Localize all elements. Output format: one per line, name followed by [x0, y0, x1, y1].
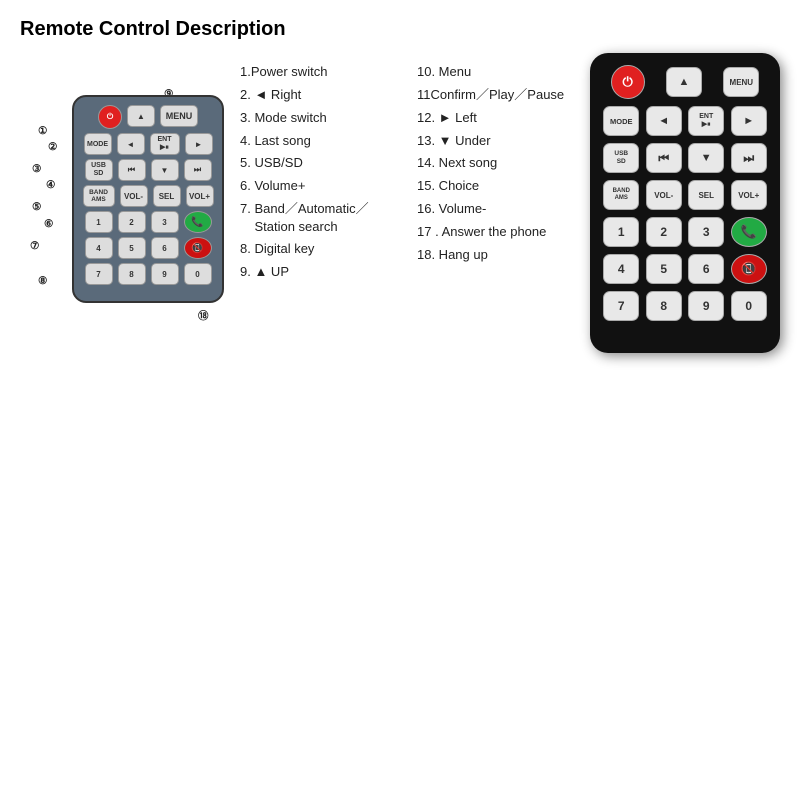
r-4[interactable]: 4	[603, 254, 639, 284]
d-prev: ⏮	[118, 159, 146, 181]
r-5[interactable]: 5	[646, 254, 682, 284]
d-volminus: VOL-	[120, 185, 148, 207]
r-prev[interactable]: ⏮	[646, 143, 682, 173]
r-7[interactable]: 7	[603, 291, 639, 321]
d-num8: 8	[118, 263, 146, 285]
d-mode: MODE	[84, 133, 112, 155]
r-hangup[interactable]: 📵	[731, 254, 767, 284]
d-right-arrow: ►	[185, 133, 213, 155]
desc-10: 10. Menu	[417, 63, 580, 82]
d-num9: 9	[151, 263, 179, 285]
callout-4: ④	[46, 179, 55, 191]
remote-row-7: 7 8 9 0	[600, 291, 770, 321]
r-ent[interactable]: ENT▶⏸	[688, 106, 724, 136]
callout-6: ⑥	[44, 218, 53, 230]
d-volplus: VOL+	[186, 185, 214, 207]
callout-7: ⑦	[30, 240, 39, 252]
callout-8: ⑧	[38, 275, 47, 287]
r-power[interactable]: ⏻	[611, 65, 645, 99]
desc-17: 17 . Answer the phone	[417, 223, 580, 242]
r-menu[interactable]: MENU	[723, 67, 759, 97]
r-8[interactable]: 8	[646, 291, 682, 321]
r-volminus[interactable]: VOL-	[646, 180, 682, 210]
r-answer[interactable]: 📞	[731, 217, 767, 247]
desc-11: 11Confirm／Play／Pause	[417, 86, 580, 105]
desc-1: 1.Power switch	[240, 63, 403, 82]
r-9[interactable]: 9	[688, 291, 724, 321]
diagram-area: ① ② ③ ④ ⑤ ⑥ ⑦ ⑧ ⑨ ⑩ ⑪ ⑫ ⑬ ⑭ ⑮ ⑯ ⑰ ⑱	[20, 53, 230, 353]
d-num5: 5	[118, 237, 146, 259]
d-num2: 2	[118, 211, 146, 233]
remote-row-4: BANDAMS VOL- SEL VOL+	[600, 180, 770, 210]
desc-13: 13. ▼ Under	[417, 132, 580, 151]
desc-14: 14. Next song	[417, 154, 580, 173]
r-usbsd[interactable]: USBSD	[603, 143, 639, 173]
d-down: ▼	[151, 159, 179, 181]
desc-4: 4. Last song	[240, 132, 403, 151]
d-band: BANDAMS	[83, 185, 115, 207]
remote-row-6: 4 5 6 📵	[600, 254, 770, 284]
d-hangup: 📵	[184, 237, 212, 259]
r-mode[interactable]: MODE	[603, 106, 639, 136]
remote-row-5: 1 2 3 📞	[600, 217, 770, 247]
d-ent: ENT▶⏸	[150, 133, 180, 155]
remote-row-1: ⏻ ▲ MENU	[600, 65, 770, 99]
r-volplus[interactable]: VOL+	[731, 180, 767, 210]
desc-col-right: 10. Menu 11Confirm／Play／Pause 12. ► Left…	[417, 63, 580, 353]
r-down[interactable]: ▼	[688, 143, 724, 173]
d-num3: 3	[151, 211, 179, 233]
desc-col-left: 1.Power switch 2. ◄ Right 3. Mode switch…	[240, 63, 403, 353]
callout-1: ①	[38, 125, 47, 137]
desc-2: 2. ◄ Right	[240, 86, 403, 105]
desc-15: 15. Choice	[417, 177, 580, 196]
r-up[interactable]: ▲	[666, 67, 702, 97]
desc-5: 5. USB/SD	[240, 154, 403, 173]
desc-16: 16. Volume-	[417, 200, 580, 219]
d-next: ⏭	[184, 159, 212, 181]
d-num7: 7	[85, 263, 113, 285]
desc-3: 3. Mode switch	[240, 109, 403, 128]
remote-row-3: USBSD ⏮ ▼ ⏭	[600, 143, 770, 173]
diagram-remote: ⏻ ▲ MENU MODE ◄ ENT▶⏸ ► USBSD ⏮	[72, 95, 224, 303]
r-next[interactable]: ⏭	[731, 143, 767, 173]
r-sel[interactable]: SEL	[688, 180, 724, 210]
d-num1: 1	[85, 211, 113, 233]
remote-photo: ⏻ ▲ MENU MODE ◄ ENT▶⏸ ► USBSD ⏮ ▼ ⏭ BAND…	[590, 53, 780, 353]
desc-9: 9. ▲ UP	[240, 263, 403, 282]
d-menu: MENU	[160, 105, 198, 127]
r-2[interactable]: 2	[646, 217, 682, 247]
callout-5: ⑤	[32, 201, 41, 213]
desc-18: 18. Hang up	[417, 246, 580, 265]
desc-8: 8. Digital key	[240, 240, 403, 259]
d-power: ⏻	[98, 105, 122, 129]
d-num0: 0	[184, 263, 212, 285]
desc-7: 7. Band／Automatic／ Station search	[240, 200, 403, 236]
desc-columns: 1.Power switch 2. ◄ Right 3. Mode switch…	[240, 63, 580, 353]
r-left[interactable]: ◄	[646, 106, 682, 136]
r-3[interactable]: 3	[688, 217, 724, 247]
r-1[interactable]: 1	[603, 217, 639, 247]
d-usb: USBSD	[85, 159, 113, 181]
desc-6: 6. Volume+	[240, 177, 403, 196]
r-band[interactable]: BANDAMS	[603, 180, 639, 210]
description-section: 1.Power switch 2. ◄ Right 3. Mode switch…	[240, 63, 580, 353]
d-up: ▲	[127, 105, 155, 127]
callout-2: ②	[48, 141, 57, 153]
callout-3: ③	[32, 163, 41, 175]
remote-row-2: MODE ◄ ENT▶⏸ ►	[600, 106, 770, 136]
d-sel: SEL	[153, 185, 181, 207]
d-answer: 📞	[184, 211, 212, 233]
r-6[interactable]: 6	[688, 254, 724, 284]
desc-12: 12. ► Left	[417, 109, 580, 128]
d-left-arrow: ◄	[117, 133, 145, 155]
r-0[interactable]: 0	[731, 291, 767, 321]
r-right[interactable]: ►	[731, 106, 767, 136]
content-row: ① ② ③ ④ ⑤ ⑥ ⑦ ⑧ ⑨ ⑩ ⑪ ⑫ ⑬ ⑭ ⑮ ⑯ ⑰ ⑱	[20, 53, 780, 353]
d-num4: 4	[85, 237, 113, 259]
page-title: Remote Control Description	[20, 18, 780, 41]
callout-18: ⑱	[198, 308, 209, 323]
page: Remote Control Description ① ② ③ ④ ⑤ ⑥ ⑦…	[0, 0, 800, 800]
d-num6: 6	[151, 237, 179, 259]
